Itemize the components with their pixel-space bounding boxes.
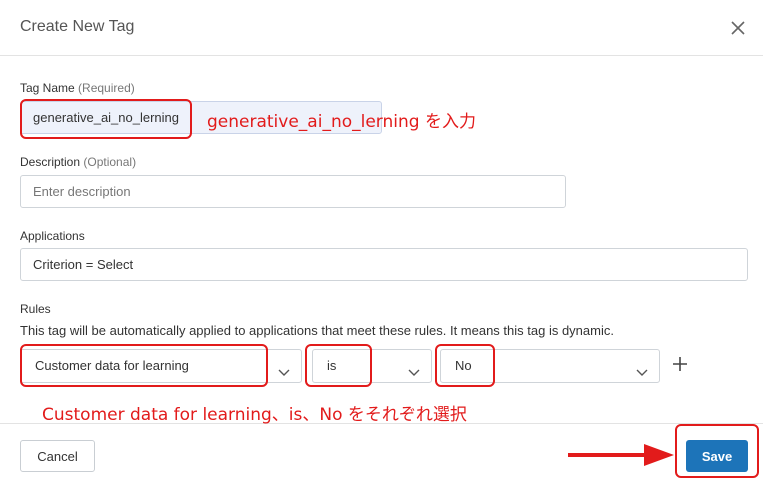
rule-operator-select[interactable]: is xyxy=(312,349,432,383)
save-button[interactable]: Save xyxy=(686,440,748,472)
rules-help-text: This tag will be automatically applied t… xyxy=(20,323,614,338)
description-optional-hint: (Optional) xyxy=(83,155,137,169)
tag-name-annotation: generative_ai_no_lerning を入力 xyxy=(207,112,476,132)
add-rule-icon[interactable] xyxy=(671,355,689,373)
description-label-text: Description xyxy=(20,155,81,169)
chevron-down-icon xyxy=(277,359,291,376)
dialog-title: Create New Tag xyxy=(20,18,135,35)
close-icon[interactable] xyxy=(728,18,748,38)
tag-name-label-text: Tag Name xyxy=(20,81,75,95)
description-placeholder: Enter description xyxy=(33,184,131,199)
description-input[interactable]: Enter description xyxy=(20,175,566,208)
chevron-down-icon xyxy=(635,359,649,376)
rule-attribute-select[interactable]: Customer data for learning xyxy=(20,349,302,383)
applications-label: Applications xyxy=(20,229,85,243)
create-tag-dialog: Create New Tag Tag Name (Required) gener… xyxy=(0,0,763,487)
tag-name-label: Tag Name (Required) xyxy=(20,81,135,95)
rule-value-value: No xyxy=(455,358,472,373)
rules-annotation: Customer data for learning、is、No をそれぞれ選択 xyxy=(42,405,467,425)
arrow-icon xyxy=(568,444,674,466)
rule-attribute-value: Customer data for learning xyxy=(35,358,189,373)
applications-criterion-input[interactable]: Criterion = Select xyxy=(20,248,748,281)
applications-criterion-value: Criterion = Select xyxy=(33,257,134,272)
tag-name-value: generative_ai_no_lerning xyxy=(33,110,180,125)
rule-value-select[interactable]: No xyxy=(440,349,660,383)
tag-name-required-hint: (Required) xyxy=(78,81,135,95)
description-label: Description (Optional) xyxy=(20,155,136,169)
cancel-button[interactable]: Cancel xyxy=(20,440,95,472)
dialog-header: Create New Tag xyxy=(0,0,763,56)
rules-label: Rules xyxy=(20,302,51,316)
chevron-down-icon xyxy=(407,359,421,376)
rule-operator-value: is xyxy=(327,358,337,373)
